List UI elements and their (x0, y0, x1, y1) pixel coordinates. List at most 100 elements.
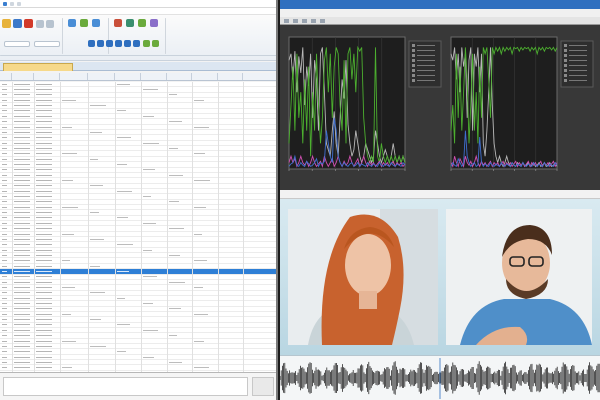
table-cell[interactable] (169, 253, 180, 258)
table-cell[interactable] (2, 366, 7, 371)
table-cell[interactable] (14, 205, 30, 210)
table-cell[interactable] (36, 350, 52, 355)
table-cell[interactable] (14, 184, 30, 189)
table-cell[interactable] (90, 210, 99, 215)
table-cell[interactable] (62, 125, 72, 130)
table-cell[interactable] (90, 103, 106, 108)
table-cell[interactable] (194, 125, 209, 130)
table-cell[interactable] (36, 259, 52, 264)
skip-forward-icon[interactable] (133, 40, 140, 47)
table-cell[interactable] (90, 291, 105, 296)
table-cell[interactable] (36, 119, 52, 124)
table-cell[interactable] (36, 312, 52, 317)
settings-icon[interactable] (320, 18, 325, 23)
table-cell[interactable] (36, 296, 52, 301)
table-cell[interactable] (36, 125, 52, 130)
table-cell[interactable] (36, 226, 52, 231)
table-cell[interactable] (117, 323, 130, 328)
table-cell[interactable] (2, 216, 7, 221)
table-cell[interactable] (2, 226, 7, 231)
table-cell[interactable] (2, 146, 7, 151)
legend-checkbox[interactable] (412, 79, 415, 82)
table-cell[interactable] (2, 339, 7, 344)
table-cell[interactable] (14, 136, 30, 141)
audio-waveform-bar[interactable] (280, 355, 600, 400)
legend-checkbox[interactable] (564, 54, 567, 57)
panel-toggle-button[interactable] (252, 377, 274, 396)
table-cell[interactable] (62, 259, 70, 264)
table-cell[interactable] (143, 301, 153, 306)
table-cell[interactable] (36, 360, 52, 365)
quick-undo-icon[interactable] (17, 1, 21, 6)
fast-forward-icon[interactable] (124, 40, 131, 47)
table-cell[interactable] (2, 350, 7, 355)
table-cell[interactable] (14, 259, 30, 264)
table-cell[interactable] (14, 237, 30, 242)
table-cell[interactable] (194, 232, 202, 237)
table-cell[interactable] (14, 200, 30, 205)
table-cell[interactable] (194, 259, 207, 264)
table-cell[interactable] (2, 301, 7, 306)
column-header[interactable] (12, 73, 34, 80)
table-cell[interactable] (2, 178, 7, 183)
table-cell[interactable] (2, 328, 7, 333)
time-field[interactable] (4, 41, 30, 47)
table-cell[interactable] (143, 141, 159, 146)
analysis-icon[interactable] (150, 19, 158, 27)
table-cell[interactable] (36, 243, 52, 248)
table-cell[interactable] (36, 291, 52, 296)
table-cell[interactable] (14, 350, 30, 355)
table-cell[interactable] (36, 221, 52, 226)
table-cell[interactable] (14, 269, 30, 274)
table-cell[interactable] (2, 205, 7, 210)
table-cell[interactable] (169, 226, 184, 231)
table-cell[interactable] (36, 184, 52, 189)
table-cell[interactable] (36, 87, 52, 92)
column-header[interactable] (141, 73, 167, 80)
table-cell[interactable] (14, 264, 30, 269)
table-cell[interactable] (14, 152, 30, 157)
table-cell[interactable] (194, 285, 203, 290)
table-cell[interactable] (36, 339, 52, 344)
export-icon[interactable] (138, 19, 146, 27)
legend-checkbox[interactable] (564, 59, 567, 62)
column-header[interactable] (88, 73, 115, 80)
table-cell[interactable] (14, 243, 30, 248)
table-cell[interactable] (2, 360, 7, 365)
table-cell[interactable] (2, 237, 7, 242)
table-cell[interactable] (2, 210, 7, 215)
table-cell[interactable] (36, 301, 52, 306)
table-cell[interactable] (194, 205, 206, 210)
table-cell[interactable] (2, 125, 7, 130)
table-cell[interactable] (36, 178, 52, 183)
table-cell[interactable] (14, 296, 30, 301)
signal-chart-left[interactable] (283, 31, 445, 185)
table-cell[interactable] (36, 82, 52, 87)
coding-data-table[interactable] (0, 82, 276, 372)
table-cell[interactable] (14, 312, 30, 317)
table-cell[interactable] (14, 114, 30, 119)
table-cell[interactable] (36, 98, 52, 103)
table-cell[interactable] (2, 119, 7, 124)
column-header[interactable] (192, 73, 218, 80)
play-icon[interactable] (106, 40, 113, 47)
table-cell[interactable] (62, 152, 77, 157)
table-cell[interactable] (117, 162, 127, 167)
table-cell[interactable] (36, 317, 52, 322)
legend-checkbox[interactable] (412, 54, 415, 57)
table-cell[interactable] (2, 344, 7, 349)
table-cell[interactable] (36, 323, 52, 328)
legend-checkbox[interactable] (564, 44, 567, 47)
table-cell[interactable] (2, 312, 7, 317)
table-cell[interactable] (14, 109, 30, 114)
table-cell[interactable] (14, 157, 30, 162)
legend-checkbox[interactable] (412, 49, 415, 52)
signal-chart-right[interactable] (445, 31, 597, 185)
table-cell[interactable] (143, 114, 154, 119)
table-cell[interactable] (62, 98, 76, 103)
table-cell[interactable] (14, 285, 30, 290)
legend-checkbox[interactable] (412, 59, 415, 62)
table-cell[interactable] (14, 210, 30, 215)
column-header[interactable] (115, 73, 141, 80)
table-cell[interactable] (36, 136, 52, 141)
